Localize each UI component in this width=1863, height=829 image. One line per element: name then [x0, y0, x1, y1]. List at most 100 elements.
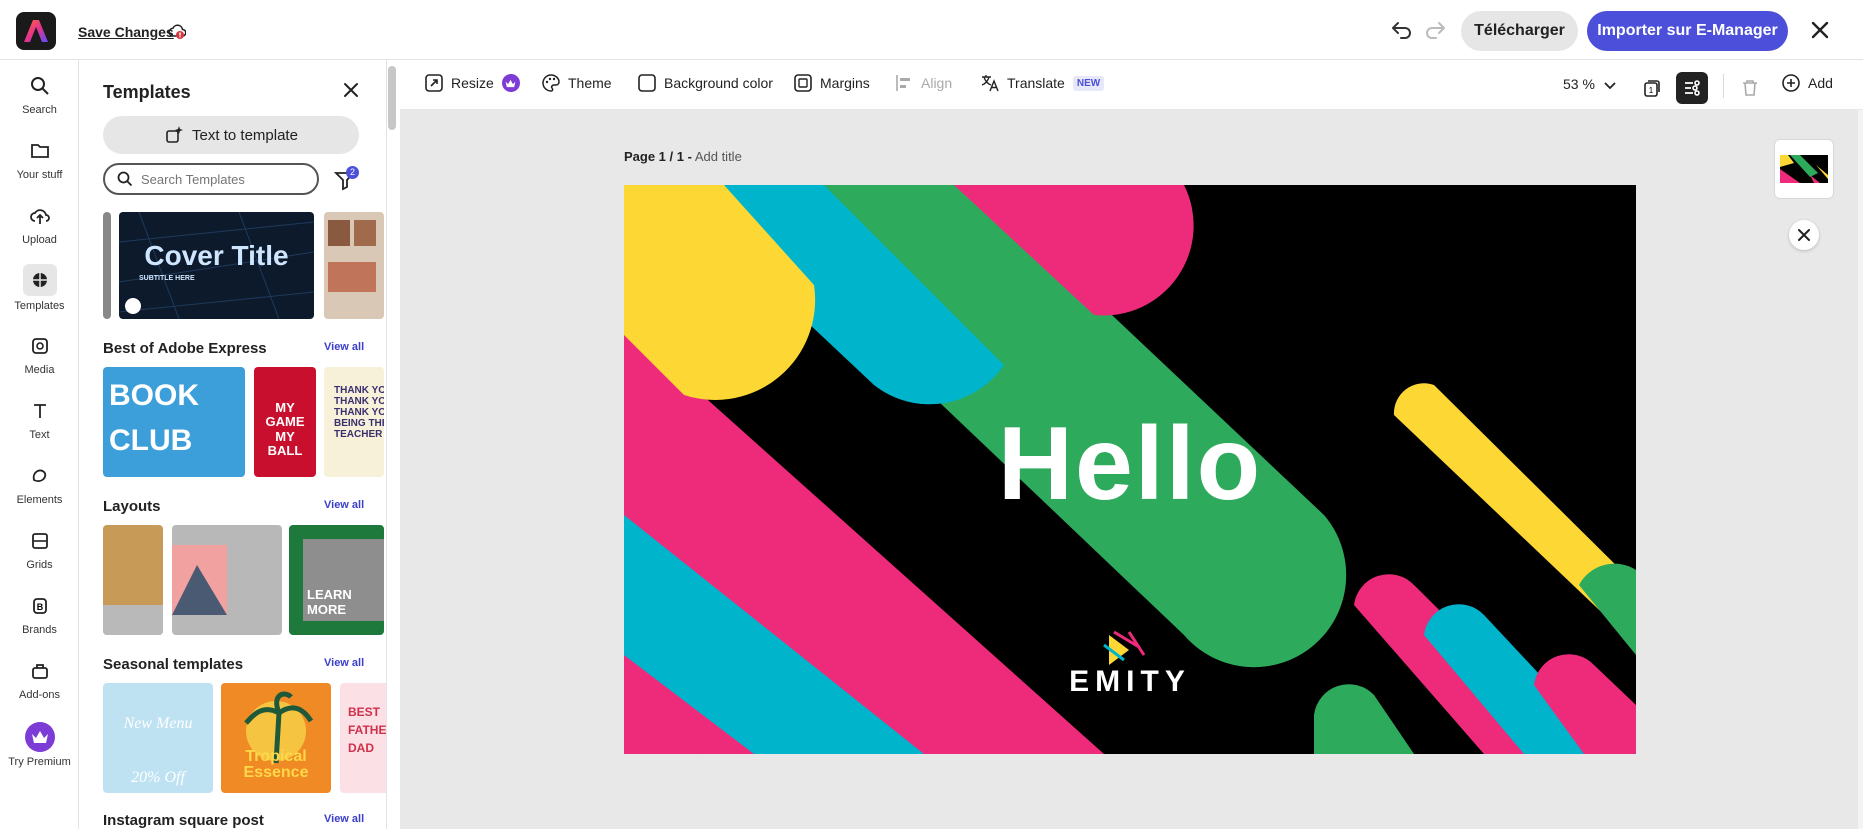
layers-toggle-button[interactable]	[1676, 72, 1708, 104]
background-color-button[interactable]: Background color	[638, 74, 773, 92]
rail-item-grids[interactable]: Grids	[0, 527, 79, 571]
template-thumb-cover-title[interactable]: Cover Title SUBTITLE HERE	[119, 212, 314, 319]
rail-item-upload[interactable]: Upload	[0, 202, 79, 246]
template-thumb-mountain[interactable]	[172, 525, 282, 635]
add-title-link[interactable]: Add title	[695, 149, 742, 164]
editor-toolbar: Resize Theme Background color Margins Al…	[400, 60, 1863, 110]
delete-button[interactable]	[1734, 72, 1766, 104]
template-thumb-wheat[interactable]	[103, 525, 163, 635]
view-all-seasonal-link[interactable]: View all	[324, 657, 364, 669]
adobe-express-logo[interactable]	[16, 12, 56, 50]
save-changes-link[interactable]: Save Changes	[78, 24, 174, 40]
rail-item-templates[interactable]: Templates	[0, 264, 79, 312]
brands-icon: B	[26, 592, 54, 620]
left-rail: Search Your stuff Upload Templates Media…	[0, 60, 79, 829]
cover-subtitle-text: SUBTITLE HERE	[139, 275, 195, 282]
media-icon	[26, 332, 54, 360]
template-thumb-new-menu[interactable]: New Menu 20% Off	[103, 683, 213, 793]
brand-text[interactable]: EMITY	[624, 665, 1636, 699]
background-color-label: Background color	[664, 75, 773, 91]
add-circle-icon	[1782, 74, 1800, 92]
rail-item-brands[interactable]: B Brands	[0, 592, 79, 636]
resize-icon	[425, 74, 443, 92]
text-to-template-button[interactable]: Text to template	[103, 116, 359, 154]
translate-label: Translate	[1007, 75, 1065, 91]
sparkle-template-icon	[166, 126, 184, 143]
redo-icon[interactable]	[1423, 18, 1447, 42]
section-title-layouts: Layouts	[103, 498, 161, 515]
hello-text[interactable]: Hello	[624, 405, 1636, 524]
svg-text:B: B	[36, 602, 43, 612]
search-templates-field[interactable]	[103, 163, 319, 195]
template-thumb-learn-more[interactable]: LEARN MORE	[289, 525, 384, 635]
close-thumbnail-button[interactable]	[1789, 220, 1819, 250]
canvas-scrollbar[interactable]	[1858, 110, 1863, 829]
crown-icon	[501, 74, 520, 92]
margins-button[interactable]: Margins	[794, 74, 870, 92]
undo-icon[interactable]	[1390, 18, 1414, 42]
rail-item-search[interactable]: Search	[0, 72, 79, 116]
thank-you-text: THANK YOU THANK YOU THANK YOU FOR BEING …	[334, 385, 384, 440]
rail-item-label: Templates	[14, 300, 65, 312]
theme-button[interactable]: Theme	[542, 74, 612, 92]
text-to-template-label: Text to template	[192, 126, 298, 144]
zoom-level[interactable]: 53 %	[1563, 76, 1595, 92]
text-icon	[26, 397, 54, 425]
view-all-best-link[interactable]: View all	[324, 341, 364, 353]
template-thumb-collage[interactable]	[324, 212, 384, 319]
upload-icon	[26, 202, 54, 230]
templates-panel: Templates Text to template 2 Cover Title…	[79, 60, 387, 829]
trash-icon	[1743, 80, 1757, 96]
panel-title: Templates	[103, 82, 191, 102]
template-thumb-fathers-day[interactable]: BEST FATHER DAD	[340, 683, 386, 793]
rail-item-media[interactable]: Media	[0, 332, 79, 376]
theme-label: Theme	[568, 75, 612, 91]
section-title-best: Best of Adobe Express	[103, 340, 267, 357]
background-color-icon	[638, 74, 656, 92]
svg-text:1: 1	[1649, 86, 1654, 95]
pages-view-button[interactable]: 1	[1636, 72, 1668, 104]
page-number: Page 1 / 1 -	[624, 149, 692, 164]
add-page-button[interactable]: Add	[1782, 74, 1833, 92]
new-badge: NEW	[1072, 75, 1105, 91]
template-thumb-tropical[interactable]: Tropical Essence	[221, 683, 331, 793]
rail-item-your-stuff[interactable]: Your stuff	[0, 137, 79, 181]
adobe-logo-icon	[24, 20, 48, 42]
my-game-text: MY GAME MY BALL	[265, 400, 305, 458]
view-all-instagram-link[interactable]: View all	[324, 813, 364, 825]
template-thumb-thank-you[interactable]: THANK YOU THANK YOU THANK YOU FOR BEING …	[324, 367, 384, 477]
cover-title-text: Cover Title	[144, 240, 289, 271]
chevron-down-icon[interactable]	[1604, 82, 1616, 90]
palette-icon	[542, 74, 560, 92]
layers-icon	[1685, 80, 1700, 96]
import-button[interactable]: Importer sur E-Manager	[1587, 11, 1788, 51]
view-all-layouts-link[interactable]: View all	[324, 499, 364, 511]
download-button[interactable]: Télécharger	[1461, 11, 1578, 51]
close-icon[interactable]	[1808, 18, 1832, 42]
tropical-text: Tropical Essence	[243, 748, 309, 781]
page-thumbnail-preview	[1780, 155, 1828, 183]
search-input[interactable]	[141, 171, 301, 187]
rail-item-text[interactable]: Text	[0, 397, 79, 441]
panel-scrollbar[interactable]	[388, 66, 396, 130]
rail-item-try-premium[interactable]: Try Premium	[0, 722, 79, 768]
page-thumbnail[interactable]	[1774, 139, 1834, 199]
new-menu-text: New Menu 20% Off	[123, 715, 193, 787]
template-thumb-book-club[interactable]: BOOK CLUB	[103, 367, 245, 477]
close-icon[interactable]	[343, 82, 359, 98]
rail-item-label: Search	[22, 104, 57, 116]
design-canvas[interactable]: Hello EMITY	[624, 185, 1636, 754]
template-thumb-my-game[interactable]: MY GAME MY BALL	[254, 367, 316, 477]
align-label: Align	[921, 75, 953, 91]
rail-item-elements[interactable]: Elements	[0, 462, 79, 506]
rail-item-label: Media	[24, 364, 55, 376]
addons-icon	[26, 657, 54, 685]
grids-icon	[26, 527, 54, 555]
translate-icon	[981, 75, 999, 92]
align-button[interactable]: Align	[895, 74, 952, 92]
translate-button[interactable]: Translate NEW	[981, 74, 1105, 92]
rail-item-label: Brands	[22, 624, 57, 636]
template-thumb-partial[interactable]	[103, 212, 111, 319]
rail-item-addons[interactable]: Add-ons	[0, 657, 79, 701]
resize-button[interactable]: Resize	[425, 74, 520, 92]
